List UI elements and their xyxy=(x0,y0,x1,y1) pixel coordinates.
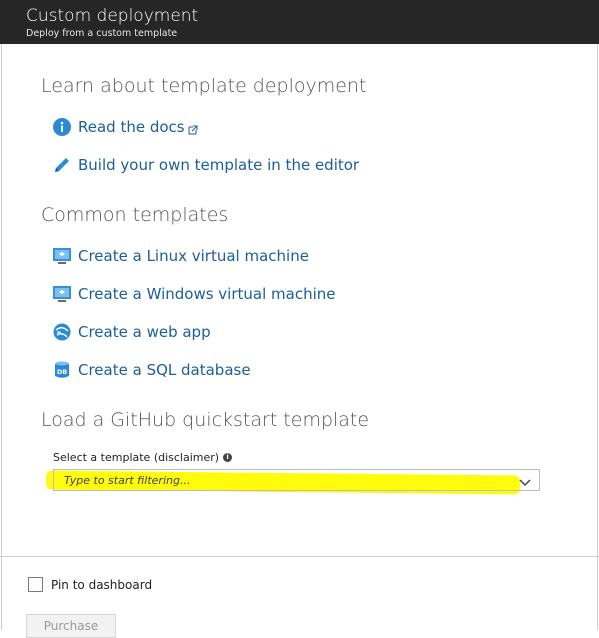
create-windows-vm-link[interactable]: Create a Windows virtual machine xyxy=(52,282,335,306)
chevron-down-icon[interactable] xyxy=(519,475,531,487)
create-linux-vm-label: Create a Linux virtual machine xyxy=(78,247,309,265)
info-icon xyxy=(52,117,72,137)
pin-to-dashboard[interactable]: Pin to dashboard xyxy=(28,577,152,592)
purchase-button[interactable]: Purchase xyxy=(26,614,116,638)
template-select-label-text: Select a template (disclaimer) xyxy=(53,451,220,464)
pencil-icon xyxy=(52,155,72,175)
pin-label: Pin to dashboard xyxy=(51,577,153,592)
create-web-app-link[interactable]: Create a web app xyxy=(52,320,211,344)
virtual-machine-icon xyxy=(52,246,72,266)
virtual-machine-icon xyxy=(52,284,72,304)
create-sql-db-link[interactable]: DB Create a SQL database xyxy=(52,358,251,382)
section-title-github: Load a GitHub quickstart template xyxy=(41,409,370,431)
build-template-link[interactable]: Build your own template in the editor xyxy=(52,153,359,177)
section-title-learn: Learn about template deployment xyxy=(41,75,367,97)
create-sql-db-label: Create a SQL database xyxy=(78,361,251,379)
create-linux-vm-link[interactable]: Create a Linux virtual machine xyxy=(52,244,309,268)
create-web-app-label: Create a web app xyxy=(78,323,211,341)
create-windows-vm-label: Create a Windows virtual machine xyxy=(78,285,336,303)
read-the-docs-label: Read the docs xyxy=(78,118,185,136)
web-app-icon xyxy=(52,322,72,342)
template-select-dropdown[interactable]: Type to start filtering... xyxy=(53,469,540,491)
sql-database-icon: DB xyxy=(52,360,72,380)
footer-divider xyxy=(0,556,599,557)
pin-checkbox[interactable] xyxy=(28,577,43,592)
build-template-label: Build your own template in the editor xyxy=(78,156,360,174)
template-filter-placeholder: Type to start filtering... xyxy=(64,474,191,487)
external-link-icon xyxy=(188,122,198,135)
info-icon[interactable]: i xyxy=(223,453,233,462)
section-title-common: Common templates xyxy=(41,204,229,226)
read-the-docs-link[interactable]: Read the docs xyxy=(52,115,198,139)
template-select-label: Select a template (disclaimer) i xyxy=(53,451,233,464)
svg-text:DB: DB xyxy=(57,368,67,376)
blade-title: Custom deployment xyxy=(26,6,199,26)
blade-header: Custom deployment Deploy from a custom t… xyxy=(0,0,599,44)
blade-subtitle: Deploy from a custom template xyxy=(26,28,178,39)
